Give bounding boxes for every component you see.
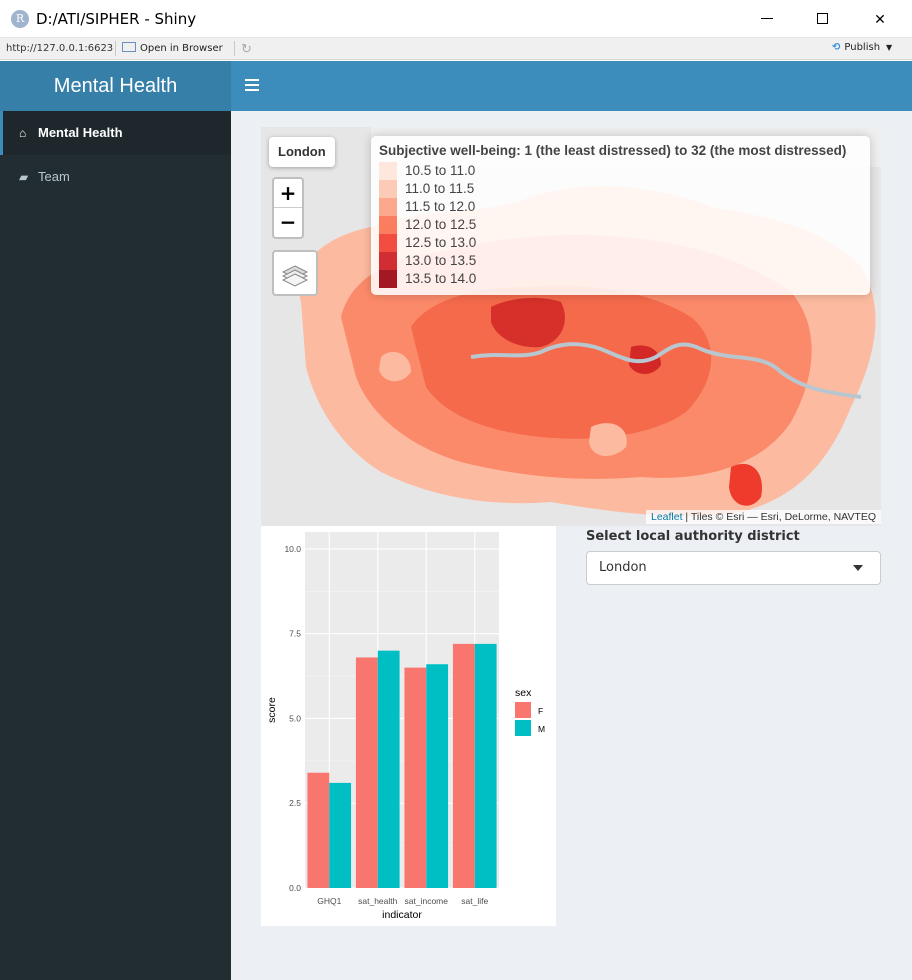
viewer-toolbar: http://127.0.0.1:6623 Open in Browser ↻ …: [0, 38, 912, 60]
y-tick-label: 2.5: [289, 798, 301, 808]
legend-swatch: [379, 234, 397, 252]
minimize-icon: [761, 18, 773, 19]
attribution-text: | Tiles © Esri — Esri, DeLorme, NAVTEQ: [682, 511, 876, 523]
x-tick-label: sat_income: [405, 896, 449, 906]
chart-legend-title: sex: [515, 687, 532, 699]
window-titlebar: R D:/ATI/SIPHER - Shiny ✕: [0, 0, 912, 38]
close-button[interactable]: ✕: [857, 0, 903, 38]
legend-label: 11.0 to 11.5: [405, 181, 475, 196]
legend-swatch: [379, 270, 397, 288]
zoom-control: + −: [272, 177, 304, 239]
chart-legend-label: M: [538, 724, 545, 734]
chart-legend-swatch: [515, 720, 531, 736]
legend-item: 12.5 to 13.0: [379, 234, 862, 252]
open-in-browser-label: Open in Browser: [140, 43, 223, 54]
zoom-in-button[interactable]: +: [274, 179, 302, 208]
layers-control-button[interactable]: [272, 250, 318, 296]
legend-swatch: [379, 252, 397, 270]
toolbar-divider: [234, 41, 235, 56]
bar-m-sat_income: [426, 664, 449, 888]
minimize-button[interactable]: [744, 0, 790, 38]
map-legend: Subjective well-being: 1 (the least dist…: [371, 136, 870, 295]
dashboard-title: Mental Health: [0, 61, 231, 111]
legend-label: 13.5 to 14.0: [405, 271, 477, 286]
district-select[interactable]: London: [586, 551, 881, 585]
chevron-down-icon: [853, 565, 863, 571]
menu-toggle-icon[interactable]: [245, 78, 259, 92]
sidebar-item-label: Mental Health: [38, 125, 123, 140]
x-tick-label: sat_health: [358, 896, 397, 906]
car-icon: ▰: [19, 170, 29, 184]
chevron-down-icon: ▼: [886, 43, 893, 52]
close-icon: ✕: [874, 11, 886, 27]
zoom-out-button[interactable]: −: [274, 208, 302, 237]
legend-label: 13.0 to 13.5: [405, 253, 477, 268]
y-axis-label: score: [266, 697, 278, 723]
bar-chart-panel: 0.0 2.5 5.0 7.5 10.0 GHQ1 sat_health sat_income…: [261, 526, 556, 926]
bar-f-sat_income: [404, 667, 427, 888]
publish-label: Publish: [844, 42, 881, 53]
y-tick-label: 0.0: [289, 883, 301, 893]
legend-item: 10.5 to 11.0: [379, 162, 862, 180]
publish-button[interactable]: ⟲ Publish ▼: [832, 42, 892, 53]
bar-chart: 0.0 2.5 5.0 7.5 10.0 GHQ1 sat_health sat_income…: [266, 532, 545, 921]
y-tick-label: 7.5: [289, 629, 301, 639]
leaflet-link[interactable]: Leaflet: [651, 511, 683, 523]
top-navbar: [231, 61, 912, 111]
refresh-icon[interactable]: ↻: [241, 41, 252, 57]
map-attribution: Leaflet | Tiles © Esri — Esri, DeLorme, …: [645, 510, 881, 524]
chart-legend-label: F: [538, 706, 543, 716]
legend-item: 13.0 to 13.5: [379, 252, 862, 270]
sidebar: ⌂ Mental Health ▰ Team: [0, 111, 231, 980]
legend-swatch: [379, 198, 397, 216]
bar-m-sat_life: [474, 643, 497, 888]
open-in-browser-button[interactable]: Open in Browser: [122, 42, 223, 54]
legend-label: 10.5 to 11.0: [405, 163, 476, 178]
r-app-icon: R: [11, 10, 29, 28]
x-axis-label: indicator: [382, 909, 422, 921]
legend-swatch: [379, 180, 397, 198]
bar-f-GHQ1: [307, 772, 330, 888]
legend-swatch: [379, 162, 397, 180]
y-tick-label: 10.0: [284, 544, 301, 554]
x-tick-label: GHQ1: [317, 896, 341, 906]
x-tick-label: sat_life: [461, 896, 488, 906]
chart-legend-swatch: [515, 702, 531, 718]
bar-f-sat_life: [452, 643, 475, 888]
sidebar-item-mental-health[interactable]: ⌂ Mental Health: [0, 111, 231, 155]
district-select-label: Select local authority district: [586, 529, 800, 544]
maximize-button[interactable]: [800, 0, 846, 38]
legend-swatch: [379, 216, 397, 234]
legend-item: 13.5 to 14.0: [379, 270, 862, 288]
legend-item: 12.0 to 12.5: [379, 216, 862, 234]
home-icon: ⌂: [19, 126, 27, 140]
sidebar-item-team[interactable]: ▰ Team: [0, 155, 231, 199]
bar-m-sat_health: [377, 650, 400, 888]
legend-item: 11.5 to 12.0: [379, 198, 862, 216]
window-title: D:/ATI/SIPHER - Shiny: [36, 10, 197, 28]
map-area-label: London: [269, 137, 335, 167]
legend-title: Subjective well-being: 1 (the least dist…: [379, 143, 847, 158]
layers-icon: [281, 265, 309, 287]
sidebar-item-label: Team: [38, 169, 70, 184]
publish-icon: ⟲: [832, 42, 841, 53]
browser-icon: [122, 42, 136, 52]
bar-m-GHQ1: [329, 782, 352, 888]
toolbar-divider: [115, 41, 116, 56]
bar-f-sat_health: [355, 657, 378, 888]
legend-label: 12.0 to 12.5: [405, 217, 477, 232]
legend-item: 11.0 to 11.5: [379, 180, 862, 198]
district-select-value: London: [599, 560, 647, 575]
y-tick-label: 5.0: [289, 713, 301, 723]
url-text[interactable]: http://127.0.0.1:6623: [6, 43, 113, 54]
maximize-icon: [817, 13, 828, 24]
legend-label: 11.5 to 12.0: [405, 199, 476, 214]
legend-label: 12.5 to 13.0: [405, 235, 477, 250]
